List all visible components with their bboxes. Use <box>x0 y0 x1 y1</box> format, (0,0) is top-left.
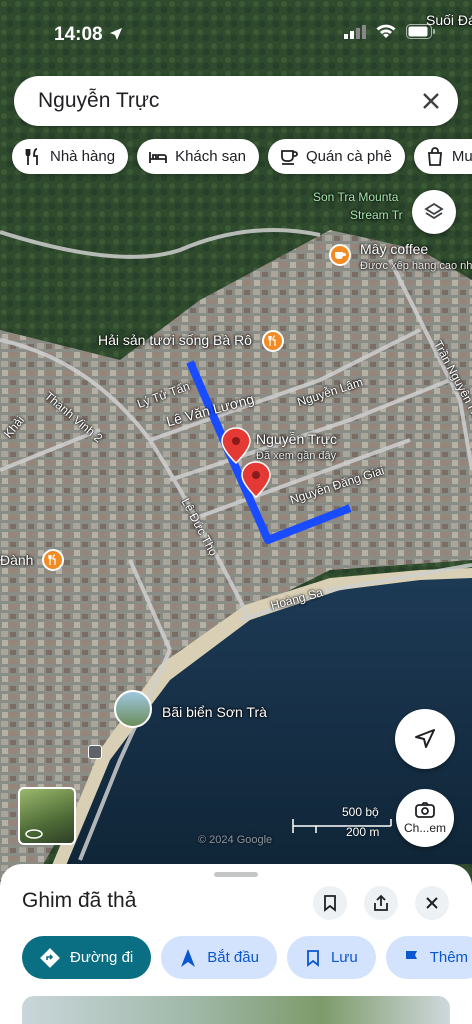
my-location-button[interactable] <box>395 709 455 769</box>
park-label-2: Stream Tr <box>350 208 403 222</box>
wifi-icon <box>376 24 396 38</box>
battery-icon <box>406 24 435 39</box>
search-bar[interactable]: Nguyễn Trực <box>14 76 458 126</box>
coffee-name[interactable]: Mây coffee <box>360 241 428 257</box>
location-arrow-icon <box>110 28 122 40</box>
chip-coffee[interactable]: Quán cà phê <box>267 139 405 174</box>
layers-icon <box>424 202 444 220</box>
signal-icon <box>344 24 366 39</box>
rotate-360-icon <box>25 829 43 839</box>
status-bar: 14:08 <box>0 0 472 70</box>
coffee-rating-text: Được xếp hạng cao nh <box>360 260 472 272</box>
category-chips: Nhà hàng Khách sạn Quán cà phê Mua <box>12 139 472 174</box>
action-label: Đường đi <box>70 949 134 966</box>
navigation-arrow-icon <box>415 729 435 748</box>
scale-meters: 200 m <box>346 825 380 839</box>
more-button[interactable]: Thêm <box>385 936 472 979</box>
beach-thumbnail[interactable] <box>114 690 152 728</box>
scale-feet: 500 bộ <box>342 805 379 819</box>
coffee-cup-icon <box>281 149 298 165</box>
status-icons <box>344 24 436 39</box>
chip-label: Mua <box>451 148 472 165</box>
share-icon <box>374 894 388 911</box>
place-photo[interactable] <box>22 996 450 1024</box>
chip-restaurants[interactable]: Nhà hàng <box>12 139 129 174</box>
status-time: 14:08 <box>54 24 103 45</box>
bed-icon <box>149 151 167 163</box>
navigation-icon <box>181 948 196 967</box>
beach-name[interactable]: Bãi biển Sơn Trà <box>162 704 267 720</box>
park-label: Son Tra Mounta <box>313 190 399 204</box>
sheet-title: Ghim đã thả <box>22 889 137 912</box>
restaurant-icon[interactable] <box>262 330 284 352</box>
save-button[interactable]: Lưu <box>286 936 376 979</box>
close-sheet-button[interactable] <box>415 886 449 920</box>
close-icon <box>426 897 438 909</box>
chip-shopping[interactable]: Mua <box>413 139 472 174</box>
action-buttons: Đường đi Bắt đầu Lưu Thêm <box>22 936 472 979</box>
chip-hotels[interactable]: Khách sạn <box>137 139 259 174</box>
map-watermark: © 2024 Google <box>198 834 273 846</box>
bookmark-icon <box>307 949 319 967</box>
chip-label: Quán cà phê <box>305 148 392 165</box>
restaurant-icon[interactable] <box>42 549 64 571</box>
pin-title[interactable]: Nguyễn Trực <box>256 431 337 447</box>
action-label: Thêm <box>429 949 469 966</box>
close-icon[interactable] <box>418 88 444 114</box>
search-query[interactable]: Nguyễn Trực <box>38 89 159 113</box>
directions-icon <box>40 947 60 968</box>
action-label: Bắt đầu <box>207 949 259 966</box>
place-label: Đành <box>0 552 34 568</box>
bookmark-icon <box>324 895 336 912</box>
chip-label: Nhà hàng <box>50 148 116 165</box>
place-sheet[interactable]: Ghim đã thả Đường đi Bắt đầu Lưu Thêm <box>0 864 472 1024</box>
flag-icon <box>405 950 417 966</box>
street-view-button[interactable]: Ch...em <box>396 789 454 847</box>
share-button[interactable] <box>364 886 398 920</box>
maps-screen: { "status": { "time": "14:08" }, "search… <box>0 0 472 1024</box>
chip-label: Khách sạn <box>175 148 246 165</box>
start-button[interactable]: Bắt đầu <box>161 936 277 979</box>
street-view-label: Ch...em <box>403 821 446 835</box>
directions-button[interactable]: Đường đi <box>22 936 152 979</box>
shopping-bag-icon <box>427 146 442 166</box>
bus-stop-icon[interactable] <box>88 745 102 759</box>
coffee-icon[interactable] <box>329 244 351 266</box>
action-label: Lưu <box>330 949 358 966</box>
seafood-name[interactable]: Hải sản tươi sống Bà Rô <box>98 332 252 348</box>
camera-icon <box>415 802 435 818</box>
layers-button[interactable] <box>412 190 456 234</box>
street-view-thumbnail[interactable] <box>18 787 76 845</box>
pin-subtitle: Đã xem gần đây <box>256 450 337 462</box>
sheet-handle[interactable] <box>214 872 258 877</box>
save-bookmark-button[interactable] <box>313 886 347 920</box>
fork-knife-icon <box>25 147 38 165</box>
map-scale: 500 bộ 200 m <box>292 805 392 845</box>
